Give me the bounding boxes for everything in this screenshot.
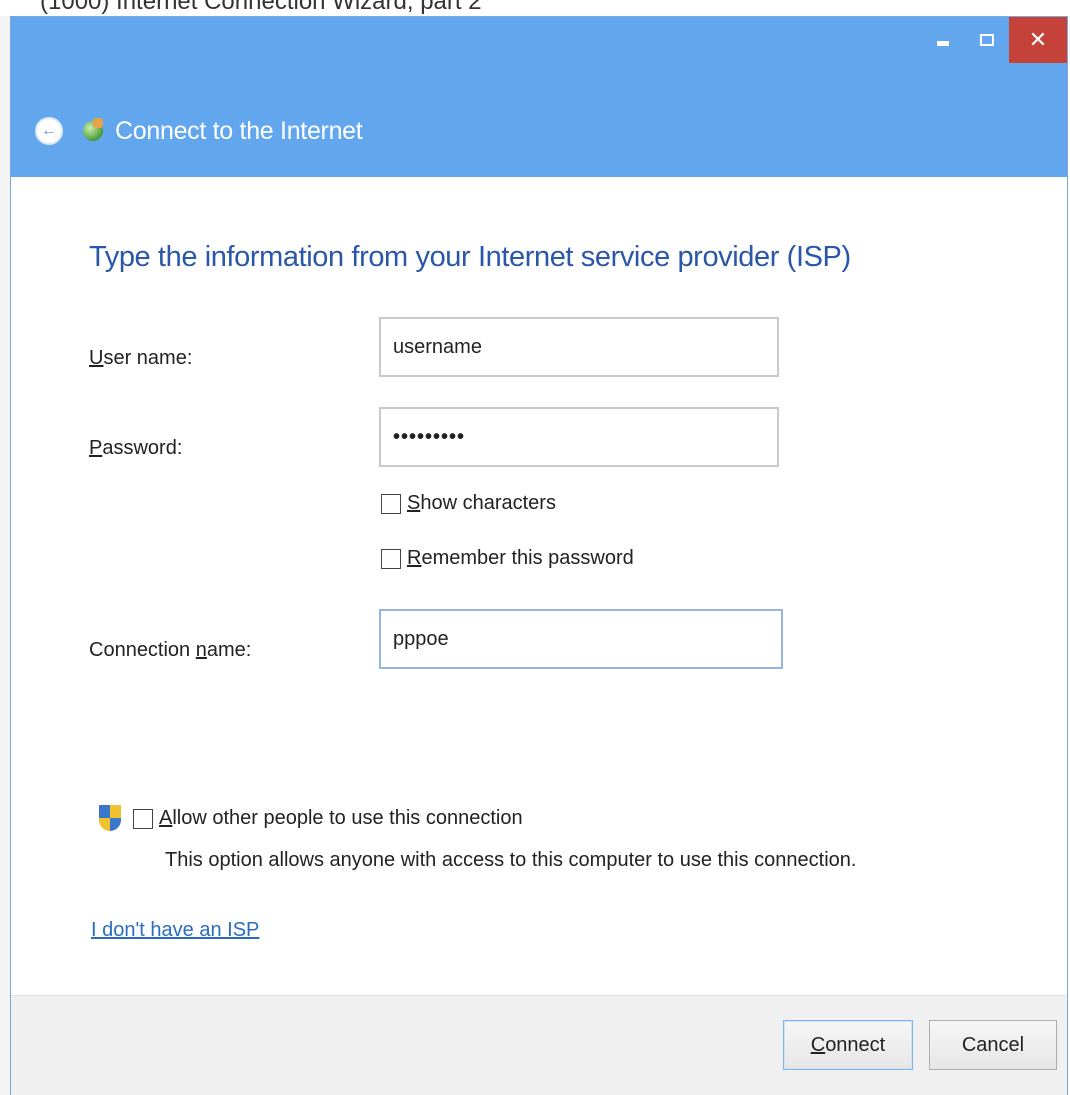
show-characters-checkbox[interactable] bbox=[381, 493, 401, 514]
username-value: username bbox=[393, 335, 482, 358]
cropped-top-text: (1000) Internet Connection Wizard, part … bbox=[40, 0, 482, 15]
remember-password-row[interactable]: Remember this password bbox=[381, 547, 634, 570]
maximize-button[interactable] bbox=[965, 17, 1009, 63]
page-heading: Type the information from your Internet … bbox=[89, 241, 851, 273]
show-characters-row[interactable]: Show characters bbox=[381, 492, 556, 515]
back-arrow-icon: ← bbox=[41, 122, 57, 139]
password-label: Password: bbox=[89, 437, 183, 459]
username-input[interactable]: username bbox=[379, 317, 779, 377]
connection-name-label: Connection name: bbox=[89, 639, 252, 661]
maximize-icon bbox=[980, 34, 994, 46]
password-masked-value: ••••••••• bbox=[393, 425, 466, 448]
cancel-button[interactable]: Cancel bbox=[929, 1020, 1057, 1070]
remember-password-checkbox[interactable] bbox=[381, 548, 401, 569]
dialog-content: Type the information from your Internet … bbox=[11, 177, 1067, 1007]
window-title: Connect to the Internet bbox=[115, 116, 363, 145]
left-edge-margin bbox=[0, 16, 10, 1095]
allow-others-checkbox[interactable] bbox=[133, 808, 153, 829]
window-controls: ✕ bbox=[921, 17, 1067, 65]
show-characters-label: Show characters bbox=[407, 492, 556, 514]
close-icon: ✕ bbox=[1028, 27, 1048, 52]
uac-shield-icon bbox=[99, 805, 121, 831]
back-button[interactable]: ← bbox=[35, 117, 63, 145]
allow-others-row[interactable]: Allow other people to use this connectio… bbox=[133, 807, 523, 830]
connect-button[interactable]: Connect bbox=[783, 1020, 913, 1070]
no-isp-link[interactable]: I don't have an ISP bbox=[91, 919, 259, 942]
connect-dialog-window: ✕ ← Connect to the Internet Type the inf… bbox=[10, 16, 1068, 1095]
navigation-row: ← Connect to the Internet bbox=[11, 101, 363, 161]
password-input[interactable]: ••••••••• bbox=[379, 407, 779, 467]
titlebar: ✕ ← Connect to the Internet bbox=[11, 17, 1067, 177]
minimize-button[interactable] bbox=[921, 17, 965, 63]
connection-name-input[interactable]: pppoe bbox=[379, 609, 783, 669]
minimize-icon bbox=[937, 40, 949, 46]
allow-others-label: Allow other people to use this connectio… bbox=[159, 807, 523, 829]
close-button[interactable]: ✕ bbox=[1009, 17, 1067, 63]
allow-others-description: This option allows anyone with access to… bbox=[165, 849, 857, 871]
connection-name-value: pppoe bbox=[393, 627, 449, 650]
username-label: User name: bbox=[89, 347, 193, 369]
dialog-footer: Connect Cancel bbox=[11, 995, 1067, 1095]
network-globe-icon bbox=[81, 118, 107, 144]
remember-password-label: Remember this password bbox=[407, 547, 634, 569]
